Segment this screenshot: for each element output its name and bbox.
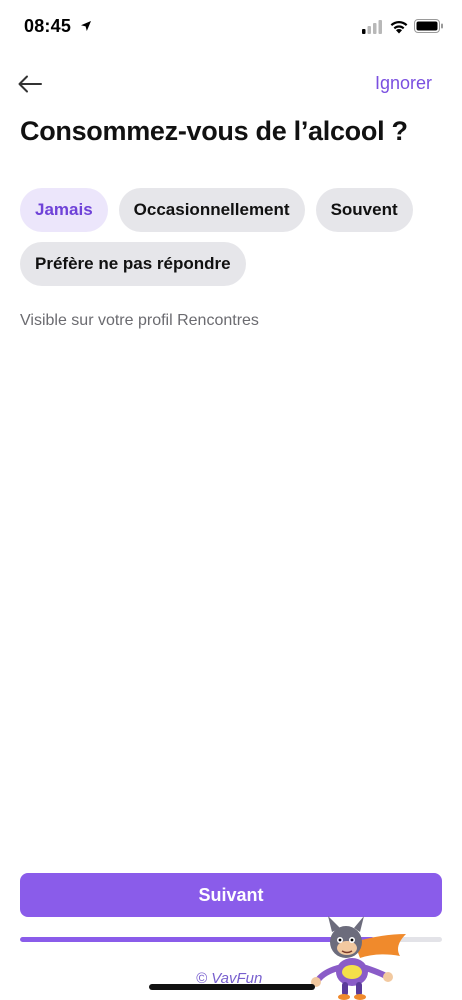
- status-time: 08:45: [24, 16, 72, 36]
- home-indicator: [149, 984, 315, 990]
- battery-icon: [414, 19, 443, 33]
- option-chip-never[interactable]: Jamais: [20, 188, 108, 232]
- wifi-icon: [390, 21, 408, 34]
- visibility-helper-text: Visible sur votre profil Rencontres: [20, 312, 259, 329]
- option-chip-often[interactable]: Souvent: [315, 188, 413, 232]
- mascot-watermark-icon: [311, 916, 406, 1000]
- location-arrow-icon: [81, 21, 91, 31]
- next-button[interactable]: Suivant: [20, 873, 442, 917]
- arrow-left-icon: [18, 75, 42, 93]
- back-button[interactable]: [14, 68, 46, 100]
- cell-signal-icon: [362, 20, 382, 34]
- skip-link[interactable]: Ignorer: [375, 73, 432, 94]
- option-chip-prefer-not-to-say[interactable]: Préfère ne pas répondre: [20, 242, 246, 286]
- option-chip-occasionally[interactable]: Occasionnellement: [118, 188, 305, 232]
- page-title: Consommez-vous de l’alcool ?: [20, 116, 408, 146]
- answer-options: Jamais Occasionnellement Souvent Préfère…: [20, 188, 444, 286]
- status-bar: 08:45: [0, 0, 462, 54]
- screen: 08:45 Ignorer Consommez-vous de l’alcool…: [0, 0, 462, 1000]
